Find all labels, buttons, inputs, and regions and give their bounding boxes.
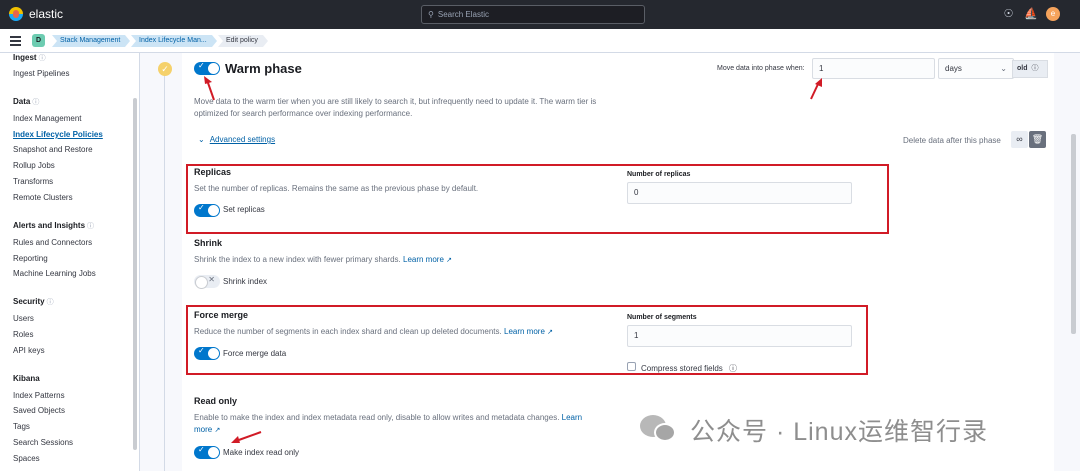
shrink-description: Shrink the index to a new index with few…: [194, 255, 453, 264]
external-link-icon: ↗: [446, 257, 453, 264]
info-icon: ⓘ: [1031, 65, 1039, 72]
sidebar-item-tags[interactable]: Tags: [13, 422, 30, 431]
top-header: elastic ⚲ Search Elastic ☉ ⛵ e: [0, 0, 1080, 29]
breadcrumb-stack-management[interactable]: Stack Management: [52, 35, 130, 47]
info-icon: ⓘ: [32, 99, 40, 106]
info-icon: ⓘ: [87, 223, 95, 230]
sidebar-scrollbar[interactable]: [133, 98, 137, 450]
sidebar-item-snapshot-restore[interactable]: Snapshot and Restore: [13, 145, 93, 154]
brand-name: elastic: [29, 7, 64, 21]
trash-icon[interactable]: 🗑: [1029, 131, 1046, 148]
menu-icon[interactable]: [10, 36, 21, 46]
sidebar-item-index-management[interactable]: Index Management: [13, 114, 82, 123]
sidebar-item-search-sessions[interactable]: Search Sessions: [13, 438, 73, 447]
sidebar-group-ingest: Ingest ⓘ: [13, 53, 46, 62]
info-icon: ⓘ: [46, 299, 54, 306]
force-merge-highlight-box: [186, 305, 868, 375]
warm-phase-description-line1: Move data to the warm tier when you are …: [194, 97, 597, 106]
chevron-down-icon: ⌄: [1000, 64, 1007, 73]
space-avatar[interactable]: D: [32, 34, 45, 47]
sidebar-item-saved-objects[interactable]: Saved Objects: [13, 406, 65, 415]
link-icon[interactable]: ∞: [1011, 131, 1028, 148]
sidebar-group-alerts: Alerts and Insights ⓘ: [13, 221, 95, 230]
sidebar-item-remote-clusters[interactable]: Remote Clusters: [13, 193, 73, 202]
read-only-learn-more-link-cont[interactable]: more ↗: [194, 425, 220, 434]
warm-phase-description-line2: optimized for search performance over in…: [194, 109, 413, 118]
read-only-label: Make index read only: [223, 448, 300, 457]
wechat-icon: [640, 415, 678, 445]
external-link-icon: ↗: [214, 427, 221, 434]
shrink-index-toggle[interactable]: ✕: [194, 275, 220, 289]
page-scrollbar[interactable]: [1071, 134, 1076, 334]
breadcrumb-bar: D Stack Management Index Lifecycle Man..…: [0, 29, 1080, 53]
sidebar-item-api-keys[interactable]: API keys: [13, 346, 45, 355]
shrink-title: Shrink: [194, 238, 223, 248]
watermark: 公众号 · Linux运维智行录: [640, 412, 988, 448]
sidebar-group-security: Security ⓘ: [13, 297, 54, 306]
move-data-unit-select[interactable]: days ⌄: [938, 58, 1014, 79]
sidebar-item-transforms[interactable]: Transforms: [13, 177, 53, 186]
elastic-logo-icon: [9, 7, 23, 21]
annotation-arrow-move-data: [810, 78, 822, 100]
sidebar-item-roles[interactable]: Roles: [13, 330, 33, 339]
sidebar-item-reporting[interactable]: Reporting: [13, 254, 48, 263]
old-suffix: old ⓘ: [1012, 60, 1048, 78]
annotation-arrow-toggle: [204, 76, 215, 101]
sidebar-item-ingest-pipelines[interactable]: Ingest Pipelines: [13, 69, 69, 78]
watermark-text: 公众号 · Linux运维智行录: [690, 418, 988, 446]
elastic-logo[interactable]: elastic: [9, 7, 63, 21]
chevron-down-icon: ⌄: [198, 135, 205, 144]
help-icon[interactable]: ☉: [1002, 8, 1015, 21]
shrink-learn-more-link[interactable]: Learn more: [403, 255, 444, 264]
news-feed-icon[interactable]: ⛵: [1024, 8, 1038, 21]
breadcrumb-edit-policy: Edit policy: [218, 35, 268, 47]
read-only-learn-more-link[interactable]: Learn: [562, 413, 582, 422]
read-only-title: Read only: [194, 396, 238, 406]
sidebar-item-rules-connectors[interactable]: Rules and Connectors: [13, 238, 92, 247]
search-icon: ⚲: [428, 10, 434, 19]
read-only-toggle[interactable]: ✓: [194, 445, 220, 459]
move-data-days-input[interactable]: 1: [812, 58, 935, 79]
phase-timeline-rail: [164, 75, 165, 471]
read-only-description: Enable to make the index and index metad…: [194, 413, 583, 422]
sidebar-item-spaces[interactable]: Spaces: [13, 454, 40, 463]
sidebar-item-index-lifecycle-policies[interactable]: Index Lifecycle Policies: [13, 130, 103, 139]
search-placeholder: Search Elastic: [437, 10, 489, 19]
replicas-highlight-box: [186, 164, 889, 234]
sidebar-group-kibana: Kibana: [13, 374, 40, 383]
management-sidebar: Ingest ⓘ Ingest Pipelines Data ⓘ Index Man…: [0, 53, 140, 471]
user-avatar[interactable]: e: [1046, 7, 1060, 21]
move-data-label: Move data into phase when:: [717, 65, 805, 72]
warm-phase-title: Warm phase: [225, 61, 302, 76]
sidebar-item-ml-jobs[interactable]: Machine Learning Jobs: [13, 269, 96, 278]
breadcrumb-index-lifecycle[interactable]: Index Lifecycle Man...: [131, 35, 217, 47]
sidebar-item-index-patterns[interactable]: Index Patterns: [13, 391, 65, 400]
global-search-input[interactable]: ⚲ Search Elastic: [421, 5, 645, 24]
phase-complete-check-icon: ✓: [158, 62, 172, 76]
shrink-index-label: Shrink index: [223, 277, 268, 286]
sidebar-item-users[interactable]: Users: [13, 314, 34, 323]
advanced-settings-toggle[interactable]: ⌄ Advanced settings: [198, 135, 275, 144]
sidebar-group-data: Data ⓘ: [13, 97, 40, 106]
sidebar-item-rollup-jobs[interactable]: Rollup Jobs: [13, 161, 55, 170]
delete-after-phase-label: Delete data after this phase: [903, 136, 1001, 145]
annotation-arrow-read-only: [231, 431, 262, 443]
info-icon: ⓘ: [38, 55, 46, 62]
